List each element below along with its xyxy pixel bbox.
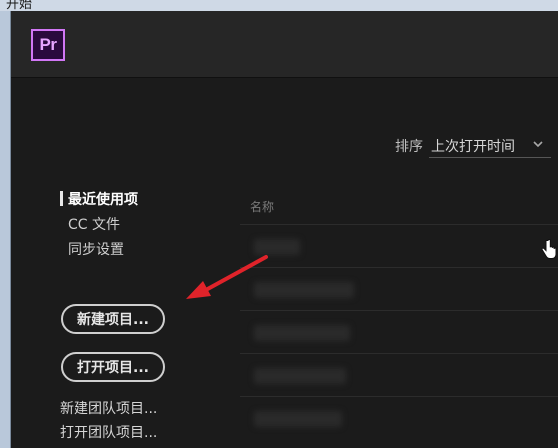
sort-dropdown[interactable]: 上次打开时间	[429, 132, 551, 158]
sidebar-item-label: CC 文件	[68, 217, 121, 233]
open-project-button[interactable]: 打开项目...	[61, 352, 165, 382]
new-project-button[interactable]: 新建项目...	[61, 304, 165, 334]
active-indicator	[60, 191, 63, 206]
hand-cursor-icon	[541, 239, 557, 259]
premiere-logo: Pr	[31, 29, 65, 61]
window-title: 开始	[6, 0, 33, 11]
list-item[interactable]	[240, 225, 558, 267]
new-team-project-link[interactable]: 新建团队项目...	[60, 398, 157, 418]
list-item[interactable]	[240, 268, 558, 310]
blurred-item-name	[254, 282, 354, 298]
open-team-project-link[interactable]: 打开团队项目...	[60, 422, 157, 442]
sidebar-item-label: 同步设置	[68, 242, 124, 258]
start-screen: Pr 排序 上次打开时间 最近使用项 CC 文件 同步设置 新建项目... 打开…	[11, 11, 558, 448]
logo-text: Pr	[39, 35, 57, 54]
list-item[interactable]	[240, 354, 558, 396]
chevron-down-icon	[533, 141, 543, 148]
blurred-item-name	[254, 411, 342, 427]
blurred-item-name	[254, 368, 346, 384]
app-header: Pr	[11, 11, 558, 78]
list-item[interactable]	[240, 311, 558, 353]
window-frame	[0, 11, 11, 448]
sort-label: 排序	[395, 139, 423, 155]
sort-value: 上次打开时间	[431, 139, 515, 155]
sidebar-item-label: 最近使用项	[68, 192, 138, 208]
list-item[interactable]	[240, 397, 558, 439]
column-header-name[interactable]: 名称	[250, 198, 274, 215]
blurred-item-name	[254, 325, 350, 341]
window-titlebar[interactable]: 开始	[0, 0, 558, 11]
blurred-item-name	[254, 239, 300, 255]
